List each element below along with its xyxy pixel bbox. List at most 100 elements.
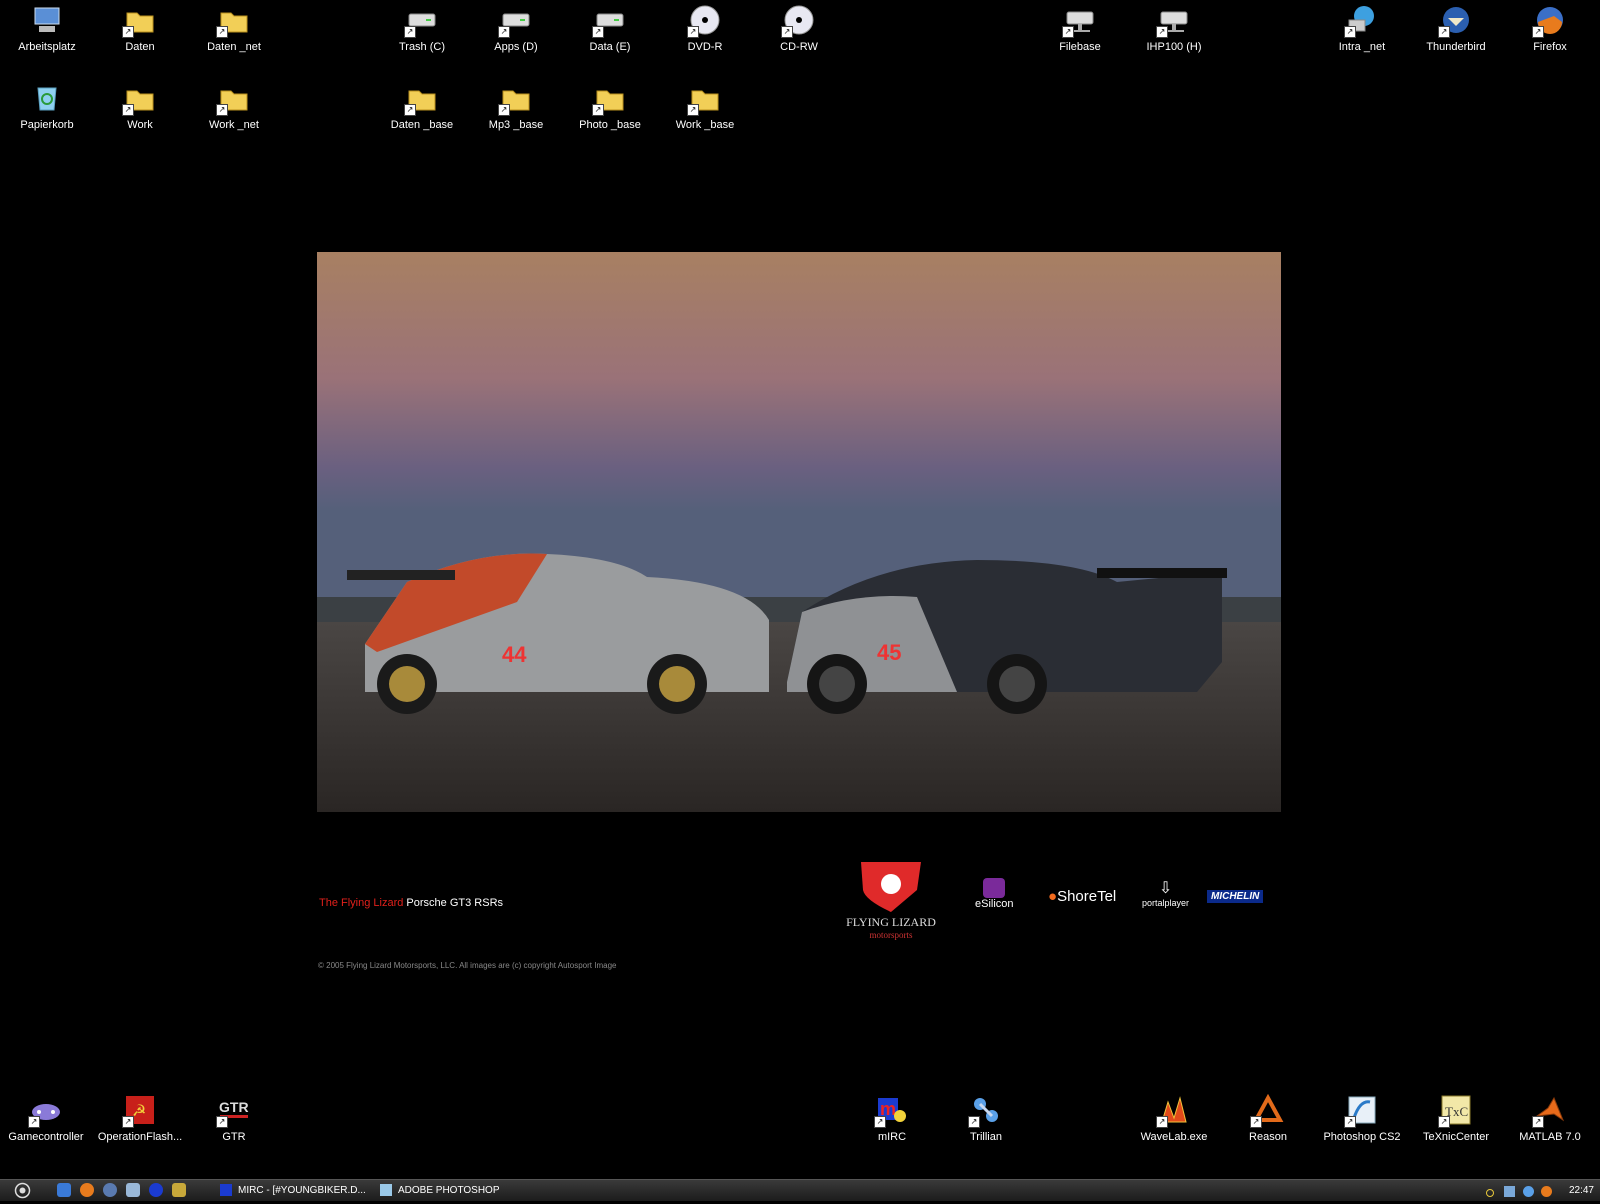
desktop-icon-data-e[interactable]: ↗ Data (E) [565,4,655,53]
desktop-icon-wavelab[interactable]: ↗ WaveLab.exe [1129,1094,1219,1143]
shortcut-arrow-icon: ↗ [216,1116,228,1128]
car2-number: 45 [877,640,901,665]
desktop-icon-gamecontroller[interactable]: ↗ Gamecontroller [1,1094,91,1143]
folder-icon: ↗ [498,82,532,116]
shortcut-arrow-icon: ↗ [122,1116,134,1128]
folder-icon: ↗ [592,82,626,116]
car1-number: 44 [502,642,527,667]
icon-label: Filebase [1059,41,1101,53]
desktop-icon-filebase[interactable]: ↗ Filebase [1035,4,1125,53]
shortcut-arrow-icon: ↗ [404,26,416,38]
desktop-icon-mp3-base[interactable]: ↗ Mp3 _base [471,82,561,131]
start-button[interactable] [14,1182,31,1199]
desktop-icon-daten-base[interactable]: ↗ Daten _base [377,82,467,131]
desktop-icon-mirc[interactable]: m ↗ mIRC [847,1094,937,1143]
desktop-icon-intra-net[interactable]: ↗ Intra _net [1317,4,1407,53]
icon-label: Photoshop CS2 [1323,1131,1401,1143]
shortcut-arrow-icon: ↗ [1156,1116,1168,1128]
tray-network-icon[interactable] [1504,1186,1516,1197]
gamepad-icon: ↗ [28,1094,62,1128]
folder-icon: ↗ [404,82,438,116]
desktop-icon-trillian[interactable]: ↗ Trillian [941,1094,1031,1143]
esilicon-text: eSilicon [975,898,1014,910]
task-photoshop[interactable]: ADOBE PHOTOSHOP [380,1182,510,1199]
icon-label: Thunderbird [1426,41,1486,53]
folder-icon: ↗ [122,4,156,38]
network-drive-icon: ↗ [1062,4,1096,38]
flying-lizard-name: FLYING LIZARD [846,915,936,929]
icon-label: Intra _net [1338,41,1386,53]
icon-label: Arbeitsplatz [18,41,76,53]
shortcut-arrow-icon: ↗ [216,26,228,38]
operation-flashpoint-icon: ☭ ↗ [122,1094,156,1128]
icon-label: mIRC [877,1131,907,1143]
desktop-icon-work-net[interactable]: ↗ Work _net [189,82,279,131]
icon-label: Apps (D) [494,41,538,53]
icon-label: Trash (C) [398,41,446,53]
desktop-icon-ihp100[interactable]: ↗ IHP100 (H) [1129,4,1219,53]
flying-lizard-logo: FLYING LIZARD motorsports [843,860,939,940]
esilicon-mark-icon [983,878,1006,898]
quicklaunch-ie-icon[interactable] [57,1183,71,1197]
quicklaunch-firefox-icon[interactable] [80,1183,94,1197]
michelin-text: MICHELIN [1211,891,1260,902]
desktop-icon-papierkorb[interactable]: Papierkorb [2,82,92,131]
network-drive-icon: ↗ [1156,4,1190,38]
quicklaunch-thunderbird-icon[interactable] [103,1183,117,1197]
icon-label: Work _base [675,119,735,131]
quicklaunch-explorer-icon[interactable] [126,1183,140,1197]
desktop-icon-work[interactable]: ↗ Work [95,82,185,131]
desktop-icon-texniccenter[interactable]: TxC ↗ TeXnicCenter [1411,1094,1501,1143]
shortcut-arrow-icon: ↗ [1062,26,1074,38]
firefox-icon: ↗ [1532,4,1566,38]
network-icon: ↗ [1344,4,1378,38]
shortcut-arrow-icon: ↗ [1156,26,1168,38]
wallpaper-copyright: © 2005 Flying Lizard Motorsports, LLC. A… [318,961,617,970]
shortcut-arrow-icon: ↗ [687,26,699,38]
icon-label: Work [127,119,153,131]
icon-label: OperationFlash... [97,1131,183,1143]
quicklaunch-browser-icon[interactable] [149,1183,163,1197]
shortcut-arrow-icon: ↗ [1438,1116,1450,1128]
quicklaunch-winamp-icon[interactable] [172,1183,186,1197]
icon-label: Gamecontroller [8,1131,84,1143]
portalplayer-mark-icon: ⇩ [1158,880,1173,897]
tray-trillian-icon[interactable] [1522,1186,1534,1197]
tray-status-icon[interactable] [1485,1189,1494,1197]
caption-white: Porsche GT3 RSRs [403,897,504,909]
clock[interactable]: 22:47 [1569,1182,1594,1199]
icon-label: Mp3 _base [488,119,544,131]
mirc-icon [220,1184,232,1197]
desktop-icon-thunderbird[interactable]: ↗ Thunderbird [1411,4,1501,53]
desktop-icon-gtr[interactable]: GTR ↗ GTR [189,1094,279,1143]
start-icon [14,1182,31,1199]
icon-label: GTR [222,1131,246,1143]
shortcut-arrow-icon: ↗ [28,1116,40,1128]
desktop-icon-photo-base[interactable]: ↗ Photo _base [565,82,655,131]
task-mirc[interactable]: MIRC - [#YOUNGBIKER.D... [220,1182,366,1199]
desktop-icon-reason[interactable]: ↗ Reason [1223,1093,1313,1143]
icon-label: WaveLab.exe [1140,1131,1208,1143]
svg-text:☭: ☭ [132,1101,146,1120]
gtr-icon: GTR ↗ [216,1094,250,1128]
tray-firefox-icon[interactable] [1541,1186,1552,1197]
desktop-icon-cd-rw[interactable]: ↗ CD-RW [754,4,844,53]
desktop-icon-daten[interactable]: ↗ Daten [95,4,185,53]
desktop-icon-firefox[interactable]: ↗ Firefox [1505,4,1595,53]
shortcut-arrow-icon: ↗ [122,104,134,116]
shortcut-arrow-icon: ↗ [592,104,604,116]
desktop-icon-photoshop[interactable]: ↗ Photoshop CS2 [1317,1094,1407,1143]
desktop-icon-daten-net[interactable]: ↗ Daten _net [189,4,279,53]
desktop-icon-arbeitsplatz[interactable]: Arbeitsplatz [2,4,92,53]
desktop-icon-dvd-r[interactable]: ↗ DVD-R [660,4,750,53]
esilicon-logo: eSilicon [975,878,1014,910]
desktop-icon-trash-c[interactable]: ↗ Trash (C) [377,4,467,53]
desktop-icon-operationflash[interactable]: ☭ ↗ OperationFlash... [95,1094,185,1143]
icon-label: Daten _base [390,119,454,131]
shortcut-arrow-icon: ↗ [1438,26,1450,38]
desktop-icon-work-base[interactable]: ↗ Work _base [660,82,750,131]
desktop-icon-apps-d[interactable]: ↗ Apps (D) [471,4,561,53]
desktop-icon-matlab[interactable]: ↗ MATLAB 7.0 [1505,1094,1595,1143]
drive-icon: ↗ [498,4,532,38]
shortcut-arrow-icon: ↗ [874,1116,886,1128]
